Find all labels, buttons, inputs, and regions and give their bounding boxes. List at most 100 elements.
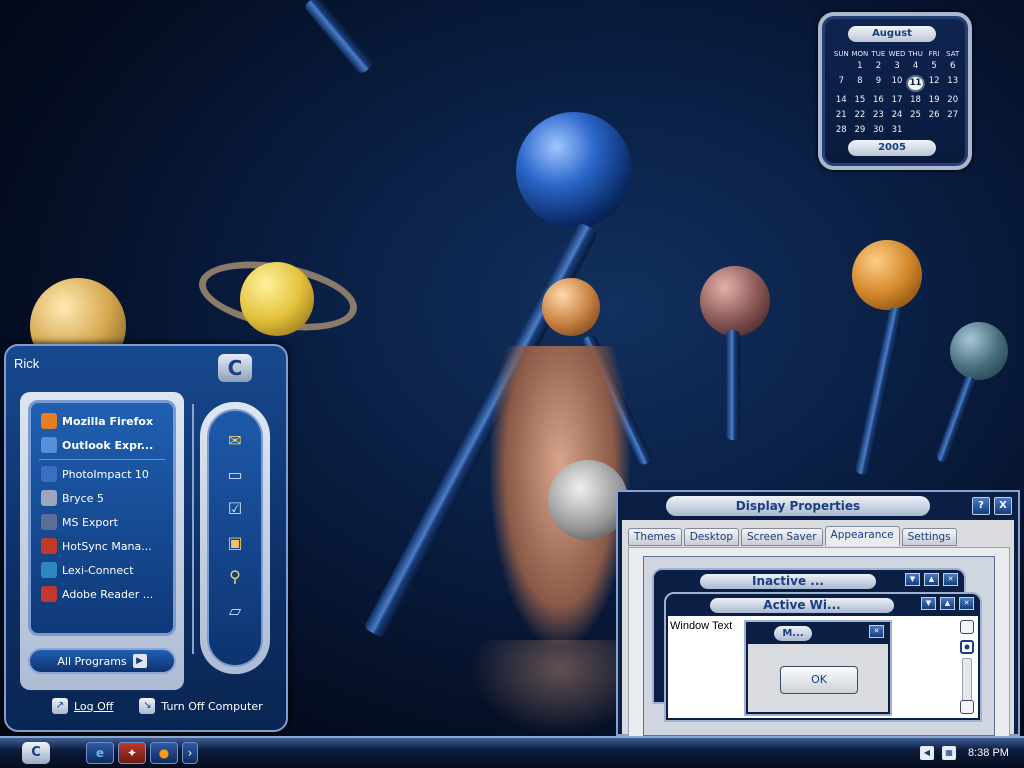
all-programs-label: All Programs: [57, 654, 127, 668]
system-tray: ◀ ▦ 8:38 PM: [920, 742, 1022, 764]
calendar-day[interactable]: 27: [943, 109, 962, 122]
program-item[interactable]: Mozilla Firefox: [35, 409, 169, 433]
calendar-day[interactable]: 4: [906, 60, 925, 73]
program-item[interactable]: Lexi-Connect: [35, 558, 169, 582]
programs-panel: Mozilla Firefox Outlook Expr... PhotoImpac…: [20, 392, 184, 690]
close-icon: ✕: [943, 573, 958, 586]
weekday-label: TUE: [871, 50, 886, 58]
calendar-day: [832, 60, 851, 73]
tab-themes[interactable]: Themes: [628, 528, 682, 546]
run-icon[interactable]: ▱: [224, 601, 246, 621]
calendar-day[interactable]: 30: [869, 124, 888, 137]
calendar-day[interactable]: 10: [888, 75, 907, 92]
inactive-window-title: Inactive ...: [700, 574, 876, 589]
log-off-button[interactable]: ↗ Log Off: [52, 698, 113, 714]
app-icon[interactable]: ✦: [118, 742, 146, 764]
program-label: HotSync Mana...: [62, 539, 152, 553]
control-panel-icon[interactable]: ☑: [224, 499, 246, 519]
weekday-label: FRI: [928, 50, 940, 58]
taskbar: C e ✦ ● › ◀ ▦ 8:38 PM: [0, 736, 1024, 768]
tab-settings[interactable]: Settings: [901, 528, 957, 546]
internet-explorer-icon[interactable]: e: [86, 742, 114, 764]
program-label: MS Export: [62, 515, 118, 529]
calendar-today[interactable]: 11: [906, 75, 925, 92]
help-button[interactable]: ?: [972, 497, 990, 515]
network-icon[interactable]: ▣: [224, 533, 246, 553]
power-icon: ↘: [139, 698, 156, 714]
close-button[interactable]: X: [994, 497, 1012, 515]
turn-off-button[interactable]: ↘ Turn Off Computer: [139, 698, 263, 714]
calendar-day[interactable]: 26: [925, 109, 944, 122]
calendar-day[interactable]: 7: [832, 75, 851, 92]
volume-icon[interactable]: ◀: [920, 746, 934, 760]
title-buttons: ? X: [972, 497, 1012, 515]
calendar-day[interactable]: 13: [943, 75, 962, 92]
calendar-day[interactable]: 9: [869, 75, 888, 92]
calendar-day[interactable]: 28: [832, 124, 851, 137]
outlook-express-icon: [41, 437, 57, 453]
calendar-day[interactable]: 17: [888, 94, 907, 107]
calendar-day[interactable]: 1: [851, 60, 870, 73]
maximize-icon: ▲: [940, 597, 955, 610]
calendar-day[interactable]: 16: [869, 94, 888, 107]
calendar-day: [943, 124, 962, 137]
ok-button[interactable]: OK: [780, 666, 858, 694]
turn-off-label: Turn Off Computer: [161, 699, 263, 713]
calendar-day[interactable]: 2: [869, 60, 888, 73]
adobe-reader-icon: [41, 586, 57, 602]
program-item[interactable]: PhotoImpact 10: [35, 462, 169, 486]
wallpaper-globe: [516, 112, 632, 228]
calendar-day[interactable]: 24: [888, 109, 907, 122]
calendar-month[interactable]: August: [848, 26, 936, 42]
calendar-day[interactable]: 15: [851, 94, 870, 107]
network-tray-icon[interactable]: ▦: [942, 746, 956, 760]
program-label: PhotoImpact 10: [62, 467, 149, 481]
calendar-year[interactable]: 2005: [848, 140, 936, 156]
start-menu: Rick C Mozilla Firefox Outlook Expr... Pho…: [4, 344, 288, 732]
calendar-day[interactable]: 19: [925, 94, 944, 107]
close-icon: ✕: [959, 597, 974, 610]
calendar-day[interactable]: 5: [925, 60, 944, 73]
calendar-day[interactable]: 20: [943, 94, 962, 107]
calendar-day[interactable]: 18: [906, 94, 925, 107]
start-menu-logo: C: [218, 354, 252, 382]
calendar-day[interactable]: 22: [851, 109, 870, 122]
tab-bar: Themes Desktop Screen Saver Appearance Setti…: [628, 526, 957, 546]
firefox-icon[interactable]: ●: [150, 742, 178, 764]
calendar-day[interactable]: 23: [869, 109, 888, 122]
tab-desktop[interactable]: Desktop: [683, 528, 739, 546]
calendar-day[interactable]: 25: [906, 109, 925, 122]
scroll-down-button: [960, 700, 974, 714]
calendar-day[interactable]: 31: [888, 124, 907, 137]
tab-appearance[interactable]: Appearance: [824, 526, 900, 546]
program-item[interactable]: Adobe Reader ...: [35, 582, 169, 606]
my-documents-icon[interactable]: ✉: [224, 431, 246, 451]
calendar-day[interactable]: 6: [943, 60, 962, 73]
calendar-day[interactable]: 8: [851, 75, 870, 92]
calendar-day[interactable]: 12: [925, 75, 944, 92]
program-item[interactable]: HotSync Mana...: [35, 534, 169, 558]
program-item[interactable]: Bryce 5: [35, 486, 169, 510]
preview-message-box: M... ✕ OK: [744, 620, 892, 716]
program-label: Mozilla Firefox: [62, 414, 154, 428]
program-list: Mozilla Firefox Outlook Expr... PhotoImpac…: [28, 400, 176, 636]
program-item[interactable]: Outlook Expr...: [35, 433, 169, 457]
calendar-day[interactable]: 14: [832, 94, 851, 107]
all-programs-button[interactable]: All Programs ▶: [28, 648, 176, 674]
wallpaper-planet-neptune: [950, 322, 1008, 380]
calendar-day[interactable]: 29: [851, 124, 870, 137]
window-title[interactable]: Display Properties: [666, 496, 930, 516]
calendar-day[interactable]: 21: [832, 109, 851, 122]
calendar-grid: SUN MON TUE WED THU FRI SAT 1 2 3 4 5 6 7 8 9 10 11 12 13 14…: [832, 50, 962, 137]
weekday-label: THU: [908, 50, 923, 58]
calendar-day[interactable]: 3: [888, 60, 907, 73]
program-item[interactable]: MS Export: [35, 510, 169, 534]
clock[interactable]: 8:38 PM: [968, 747, 1009, 759]
wallpaper-planet-saturn: [240, 262, 314, 336]
wallpaper-stand: [726, 330, 740, 440]
show-more-icon[interactable]: ›: [182, 742, 198, 764]
tab-screen-saver[interactable]: Screen Saver: [741, 528, 823, 546]
start-button[interactable]: C: [22, 742, 50, 764]
my-computer-icon[interactable]: ▭: [224, 465, 246, 485]
search-icon[interactable]: ⚲: [224, 567, 246, 587]
